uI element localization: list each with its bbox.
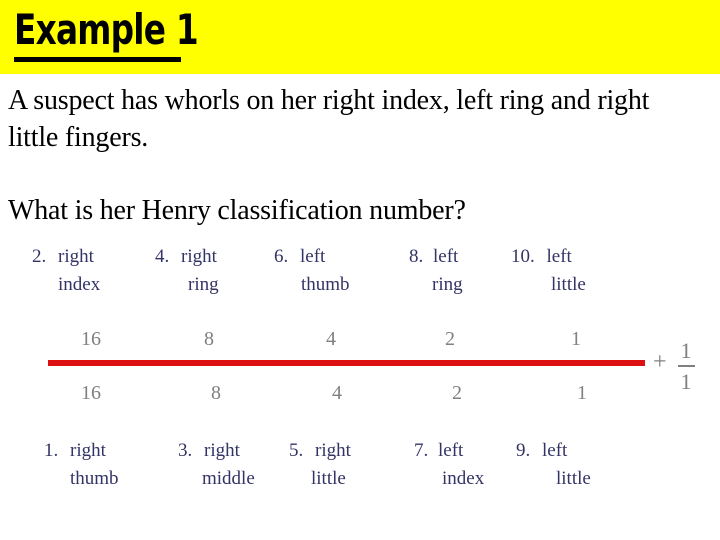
numerator-value-1: 8 bbox=[204, 328, 214, 350]
numerator-value-3: 2 bbox=[445, 328, 455, 350]
denominator-label-0-number: 1. bbox=[44, 440, 59, 461]
numerator-label-1-word1: right bbox=[181, 246, 217, 267]
numerator-label-3-word1: left bbox=[433, 246, 459, 267]
denominator-label-4-number: 9. bbox=[516, 440, 531, 461]
denominator-label-3-word2: index bbox=[442, 468, 485, 489]
numerator-value-4: 1 bbox=[571, 328, 581, 350]
denominator-label-3-number: 7. bbox=[414, 440, 429, 461]
denominator-value-3: 2 bbox=[452, 382, 462, 404]
denominator-label-0-word1: right bbox=[70, 440, 106, 461]
henry-classification-table: 2. right index 4. right ring 6. left thu… bbox=[0, 0, 720, 540]
extra-fraction-denominator: 1 bbox=[680, 369, 692, 394]
denominator-label-1-word2: middle bbox=[202, 468, 255, 489]
denominator-label-4-word1: left bbox=[542, 440, 568, 461]
denominator-label-2: 5. right little bbox=[289, 437, 351, 493]
denominator-label-3-word1: left bbox=[438, 440, 464, 461]
numerator-label-2: 6. left thumb bbox=[274, 243, 350, 299]
denominator-label-2-word1: right bbox=[315, 440, 351, 461]
numerator-label-0-word1: right bbox=[58, 246, 94, 267]
plus-sign: + bbox=[653, 349, 667, 375]
denominator-label-4: 9. left little bbox=[516, 437, 591, 493]
numerator-label-2-word1: left bbox=[300, 246, 326, 267]
extra-fraction-numerator: 1 bbox=[680, 338, 692, 363]
denominator-value-4: 1 bbox=[577, 382, 587, 404]
numerator-label-3-number: 8. bbox=[409, 246, 424, 267]
numerator-label-0-number: 2. bbox=[32, 246, 47, 267]
numerator-label-3-word2: ring bbox=[432, 274, 463, 295]
numerator-value-0: 16 bbox=[81, 328, 101, 350]
numerator-value-2: 4 bbox=[326, 328, 336, 350]
numerator-label-4-word2: little bbox=[551, 274, 586, 295]
numerator-label-3: 8. left ring bbox=[409, 243, 463, 299]
numerator-label-1: 4. right ring bbox=[155, 243, 219, 299]
numerator-label-1-number: 4. bbox=[155, 246, 170, 267]
denominator-value-0: 16 bbox=[81, 382, 101, 404]
numerator-label-4-word1: left bbox=[546, 246, 572, 267]
denominator-label-0: 1. right thumb bbox=[44, 437, 119, 493]
numerator-label-2-word2: thumb bbox=[301, 274, 350, 295]
numerator-label-0-word2: index bbox=[58, 274, 101, 295]
fraction-bar bbox=[48, 360, 645, 366]
denominator-label-1-word1: right bbox=[204, 440, 240, 461]
denominator-label-2-number: 5. bbox=[289, 440, 304, 461]
extra-fraction: 1 1 bbox=[674, 338, 698, 395]
denominator-label-3: 7. left index bbox=[414, 437, 484, 493]
denominator-value-1: 8 bbox=[211, 382, 221, 404]
numerator-label-0: 2. right index bbox=[32, 243, 100, 299]
numerator-label-4: 10. left little bbox=[511, 243, 586, 299]
denominator-value-2: 4 bbox=[332, 382, 342, 404]
denominator-label-4-word2: little bbox=[556, 468, 591, 489]
numerator-label-1-word2: ring bbox=[188, 274, 219, 295]
denominator-label-1-number: 3. bbox=[178, 440, 193, 461]
extra-fraction-bar bbox=[677, 365, 695, 367]
denominator-label-2-word2: little bbox=[311, 468, 346, 489]
denominator-label-1: 3. right middle bbox=[178, 437, 255, 493]
numerator-label-4-number: 10. bbox=[511, 246, 535, 267]
denominator-label-0-word2: thumb bbox=[70, 468, 119, 489]
numerator-label-2-number: 6. bbox=[274, 246, 289, 267]
